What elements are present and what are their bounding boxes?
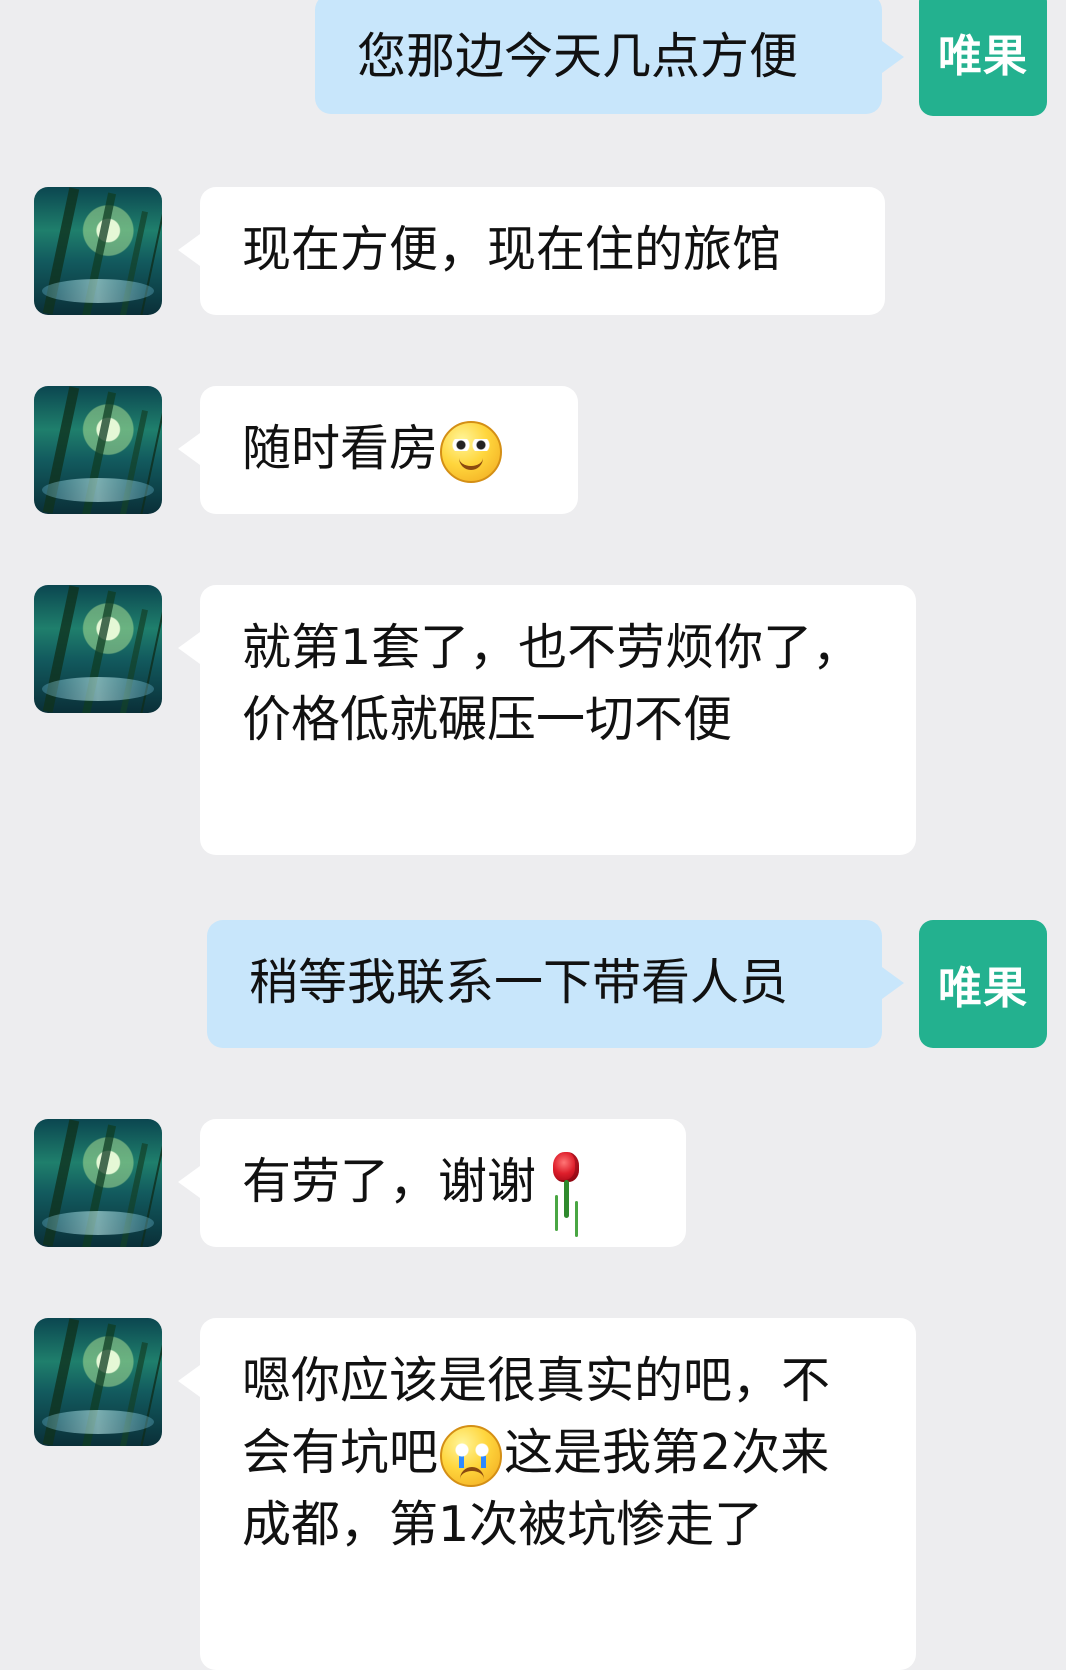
avatar-label: 唯果 xyxy=(938,31,1028,82)
avatar[interactable] xyxy=(34,187,162,315)
message-text: 随时看房 xyxy=(242,420,439,477)
message-text: 有劳了，谢谢 xyxy=(242,1153,537,1210)
avatar[interactable]: 唯果 xyxy=(919,0,1047,116)
message-text: 稍等我联系一下带看人员 xyxy=(249,954,789,1011)
incoming-message-bubble[interactable]: 有劳了，谢谢 xyxy=(178,1119,686,1247)
message-text: 您那边今天几点方便 xyxy=(357,28,799,85)
avatar[interactable] xyxy=(34,585,162,713)
outgoing-message-bubble[interactable]: 您那边今天几点方便 xyxy=(315,0,904,114)
avatar[interactable] xyxy=(34,386,162,514)
message-text: 现在方便，现在住的旅馆 xyxy=(242,221,782,278)
avatar-label: 唯果 xyxy=(938,963,1028,1014)
crying-face-emoji xyxy=(440,1424,503,1487)
chat-thread[interactable]: 您那边今天几点方便 唯果 现在方便，现在住的旅馆 随时看房 就第1套了，也不劳烦… xyxy=(0,0,1066,1670)
incoming-message-bubble[interactable]: 现在方便，现在住的旅馆 xyxy=(178,187,885,315)
incoming-message-bubble[interactable]: 就第1套了，也不劳烦你了，价格低就碾压一切不便 xyxy=(178,585,916,855)
avatar[interactable] xyxy=(34,1318,162,1446)
avatar[interactable] xyxy=(34,1119,162,1247)
avatar[interactable]: 唯果 xyxy=(919,920,1047,1048)
rose-emoji xyxy=(544,1151,588,1218)
incoming-message-bubble[interactable]: 随时看房 xyxy=(178,386,578,514)
incoming-message-bubble[interactable]: 嗯你应该是很真实的吧，不会有坑吧 这是我第2次来成都，第1次被坑惨走了 xyxy=(178,1318,916,1670)
outgoing-message-bubble[interactable]: 稍等我联系一下带看人员 xyxy=(207,920,904,1048)
message-text: 就第1套了，也不劳烦你了，价格低就碾压一切不便 xyxy=(242,619,862,748)
smile-emoji xyxy=(440,420,503,483)
